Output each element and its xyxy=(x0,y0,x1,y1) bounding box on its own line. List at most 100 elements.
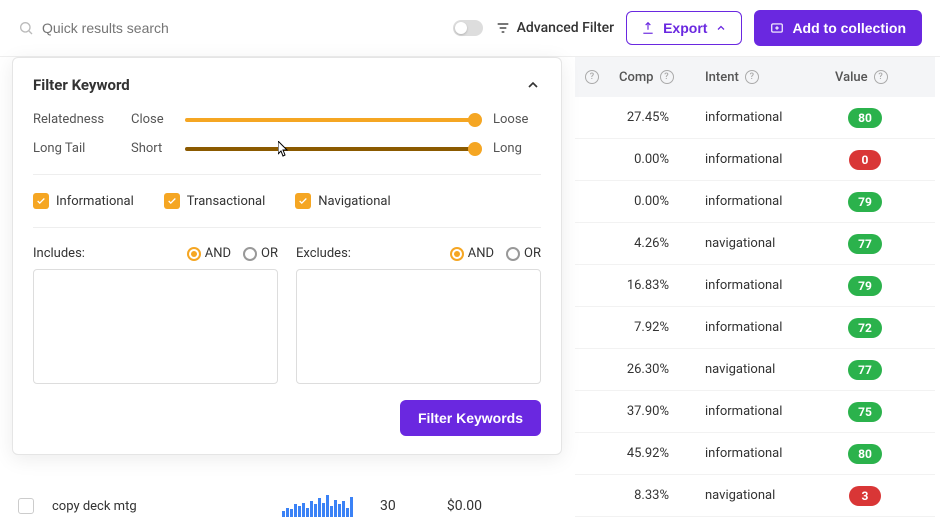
help-icon[interactable]: ? xyxy=(745,70,759,84)
longtail-slider[interactable] xyxy=(185,147,477,151)
advanced-filter-label: Advanced Filter xyxy=(517,20,615,36)
excludes-textarea[interactable] xyxy=(296,269,541,384)
intent-cell: informational xyxy=(705,404,825,419)
relatedness-slider[interactable] xyxy=(185,118,477,122)
sparkline xyxy=(282,495,362,517)
value-cell: 80 xyxy=(825,444,905,464)
table-row[interactable]: 4.26%navigational 77 xyxy=(575,223,935,265)
value-pill: 75 xyxy=(848,402,882,422)
add-collection-label: Add to collection xyxy=(792,20,906,36)
comp-cell: 45.92% xyxy=(575,446,705,461)
radio-label: OR xyxy=(261,246,278,261)
intent-cell: informational xyxy=(705,110,825,125)
comp-cell: 37.90% xyxy=(575,404,705,419)
slider-max-longtail: Long xyxy=(493,141,541,156)
intent-cell: informational xyxy=(705,278,825,293)
excludes-and-radio[interactable]: AND xyxy=(450,246,494,261)
radio-icon xyxy=(450,247,464,261)
filter-keyword-panel: Filter Keyword Relatedness Close Loose L… xyxy=(12,57,562,455)
chevron-up-icon xyxy=(715,22,727,34)
includes-or-radio[interactable]: OR xyxy=(243,246,278,261)
export-label: Export xyxy=(663,20,707,36)
export-button[interactable]: Export xyxy=(626,11,742,45)
intent-cell: informational xyxy=(705,152,825,167)
value-cell: 79 xyxy=(825,276,905,296)
table-row[interactable]: copy deck mtg 30 $0.00 xyxy=(18,488,922,524)
includes-label: Includes: xyxy=(33,246,85,261)
keyword-cell: copy deck mtg xyxy=(52,499,282,514)
slider-thumb[interactable] xyxy=(468,142,482,156)
divider xyxy=(33,174,541,175)
value-pill: 72 xyxy=(848,318,882,338)
col-header-value[interactable]: Value xyxy=(835,70,868,85)
checkbox-icon xyxy=(295,193,311,209)
add-to-collection-button[interactable]: Add to collection xyxy=(754,10,922,46)
advanced-filter-button[interactable]: Advanced Filter xyxy=(495,20,615,36)
value-cell: 77 xyxy=(825,360,905,380)
slider-label-longtail: Long Tail xyxy=(33,141,115,156)
intent-cell: navigational xyxy=(705,236,825,251)
value-pill: 0 xyxy=(849,150,881,170)
intent-cell: navigational xyxy=(705,362,825,377)
radio-icon xyxy=(187,247,201,261)
table-row[interactable]: 7.92%informational 72 xyxy=(575,307,935,349)
collapse-panel-icon[interactable] xyxy=(525,77,541,93)
comp-cell: 7.92% xyxy=(575,320,705,335)
help-icon[interactable]: ? xyxy=(874,70,888,84)
slider-min-relatedness: Close xyxy=(131,112,169,127)
slider-min-longtail: Short xyxy=(131,141,169,156)
value-pill: 79 xyxy=(848,276,882,296)
value-pill: 77 xyxy=(848,234,882,254)
table-row[interactable]: 0.00%informational 0 xyxy=(575,139,935,181)
comp-cell: 0.00% xyxy=(575,152,705,167)
value-pill: 79 xyxy=(848,192,882,212)
intent-cell: informational xyxy=(705,194,825,209)
includes-textarea[interactable] xyxy=(33,269,278,384)
checkbox-icon xyxy=(33,193,49,209)
intent-cell: informational xyxy=(705,320,825,335)
checkbox-icon xyxy=(164,193,180,209)
row-checkbox[interactable] xyxy=(18,498,34,514)
value-cell: 75 xyxy=(825,402,905,422)
excludes-label: Excludes: xyxy=(296,246,351,261)
col-header-comp[interactable]: Comp xyxy=(619,70,654,85)
excludes-or-radio[interactable]: OR xyxy=(506,246,541,261)
value-pill: 80 xyxy=(848,108,882,128)
slider-label-relatedness: Relatedness xyxy=(33,112,115,127)
comp-cell: 4.26% xyxy=(575,236,705,251)
divider xyxy=(33,227,541,228)
table-row[interactable]: 16.83%informational79 xyxy=(575,265,935,307)
help-icon[interactable]: ? xyxy=(585,70,599,84)
collection-add-icon xyxy=(770,21,784,35)
table-row[interactable]: 27.45%informational80 xyxy=(575,97,935,139)
value-cell: 0 xyxy=(825,150,905,170)
includes-and-radio[interactable]: AND xyxy=(187,246,231,261)
radio-label: AND xyxy=(468,246,494,261)
search-icon xyxy=(18,20,34,36)
table-row[interactable]: 45.92%informational80 xyxy=(575,433,935,475)
radio-icon xyxy=(506,247,520,261)
panel-title: Filter Keyword xyxy=(33,76,130,94)
navigational-checkbox[interactable]: Navigational xyxy=(295,193,390,209)
help-icon[interactable]: ? xyxy=(660,70,674,84)
table-row[interactable]: 37.90%informational 75 xyxy=(575,391,935,433)
export-icon xyxy=(641,21,655,35)
search-input[interactable] xyxy=(42,20,242,36)
radio-label: AND xyxy=(205,246,231,261)
volume-cell: 30 xyxy=(362,498,422,514)
value-pill: 77 xyxy=(848,360,882,380)
informational-checkbox[interactable]: Informational xyxy=(33,193,134,209)
checkbox-label: Navigational xyxy=(318,194,390,209)
comp-cell: 0.00% xyxy=(575,194,705,209)
slider-thumb[interactable] xyxy=(468,113,482,127)
value-cell: 72 xyxy=(825,318,905,338)
checkbox-label: Informational xyxy=(56,194,134,209)
filter-keywords-button[interactable]: Filter Keywords xyxy=(400,400,541,436)
transactional-checkbox[interactable]: Transactional xyxy=(164,193,266,209)
toggle-switch[interactable] xyxy=(453,20,483,36)
col-header-intent[interactable]: Intent xyxy=(705,70,739,85)
table-row[interactable]: 0.00%informational 79 xyxy=(575,181,935,223)
value-cell: 79 xyxy=(825,192,905,212)
table-row[interactable]: 26.30%navigational77 xyxy=(575,349,935,391)
cpc-cell: $0.00 xyxy=(422,498,502,514)
